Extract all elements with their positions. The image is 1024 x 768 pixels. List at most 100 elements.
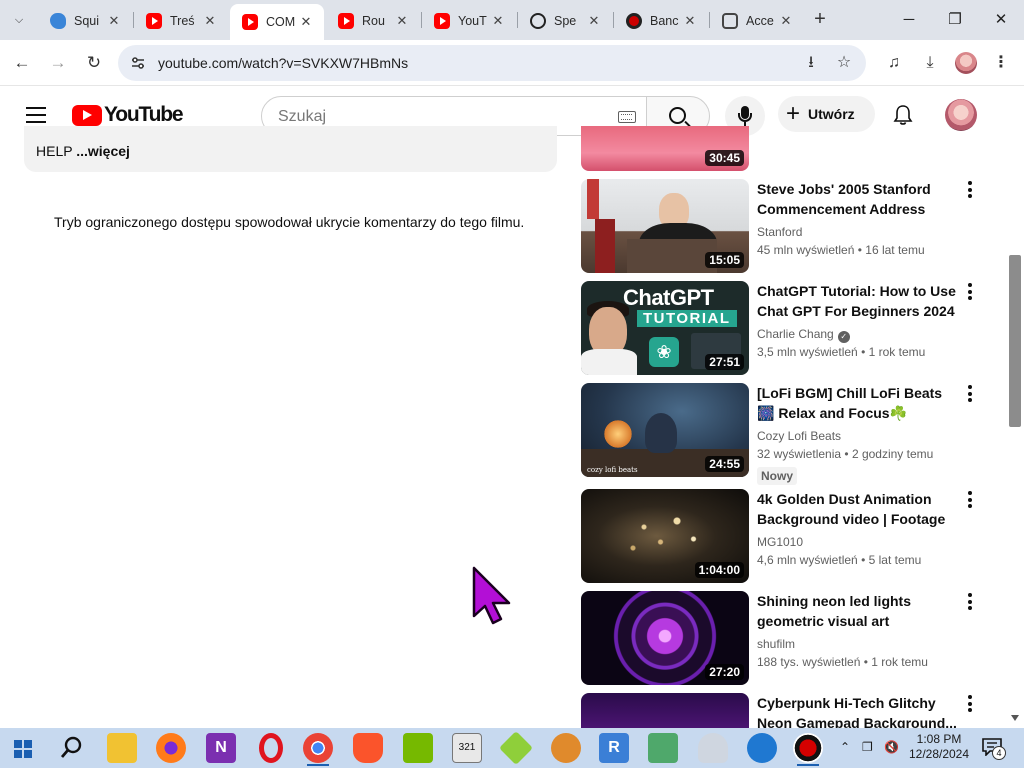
tab-title: Spe <box>554 14 577 28</box>
tab-search-button[interactable]: ⌵ <box>6 8 32 32</box>
forward-button[interactable]: → <box>44 49 72 77</box>
video-description-box[interactable]: HELP ...więcej <box>24 126 557 172</box>
close-icon[interactable]: ✕ <box>106 13 122 29</box>
video-thumbnail[interactable]: 27:20 <box>581 591 749 685</box>
recommended-video[interactable]: 30:45 <box>581 126 981 171</box>
security-icon[interactable] <box>747 733 777 763</box>
squirrel-icon[interactable] <box>551 733 581 763</box>
close-icon[interactable]: ✕ <box>202 13 218 29</box>
video-title[interactable]: Shining neon led lights geometric visual… <box>757 591 957 631</box>
address-bar[interactable]: youtube.com/watch?v=SVKXW7HBmNs ⭳ ☆ <box>118 45 866 81</box>
show-more-link[interactable]: ...więcej <box>76 143 130 159</box>
recommended-video[interactable]: cozy lofi beats 24:55 [LoFi BGM] Chill L… <box>581 383 981 485</box>
close-icon[interactable]: ✕ <box>778 13 794 29</box>
browser-tab[interactable]: YouT ✕ <box>422 6 516 36</box>
recommended-video[interactable]: 15:05 Steve Jobs' 2005 Stanford Commence… <box>581 179 981 275</box>
opera-icon[interactable] <box>259 733 283 763</box>
channel-name[interactable]: shufilm <box>757 637 795 651</box>
channel-name[interactable]: Stanford <box>757 225 802 239</box>
menu-icon[interactable] <box>26 107 46 123</box>
browser-tab[interactable]: Acce ✕ <box>710 6 804 36</box>
new-tab-button[interactable]: + <box>808 8 832 32</box>
channel-name[interactable]: Cozy Lofi Beats <box>757 429 841 443</box>
browser-tab[interactable]: Spe ✕ <box>518 6 612 36</box>
windows-start-icon[interactable] <box>14 740 32 758</box>
r-app-icon[interactable]: R <box>599 733 629 763</box>
video-title[interactable]: Cyberpunk Hi-Tech Glitchy Neon Gamepad B… <box>757 693 957 728</box>
video-thumbnail[interactable]: 15:05 <box>581 179 749 273</box>
recommended-video[interactable]: 27:20 Shining neon led lights geometric … <box>581 591 981 687</box>
green-app-icon[interactable] <box>499 731 533 765</box>
browser-menu-icon[interactable]: ⋮ <box>990 52 1012 74</box>
video-title[interactable]: Steve Jobs' 2005 Stanford Commencement A… <box>757 179 957 219</box>
firefox-icon[interactable] <box>156 733 186 763</box>
view-count: 45 mln wyświetleń <box>757 243 855 257</box>
more-options-icon[interactable] <box>964 695 976 715</box>
media-controls-icon[interactable]: ♫ <box>883 52 905 74</box>
channel-name[interactable]: MG1010 <box>757 535 803 549</box>
video-duration: 27:20 <box>705 664 744 680</box>
restore-button[interactable]: ❐ <box>932 4 978 36</box>
recommended-video[interactable]: 1:04:00 4k Golden Dust Animation Backgro… <box>581 489 981 585</box>
reload-button[interactable]: ↻ <box>80 49 108 77</box>
close-icon[interactable]: ✕ <box>490 13 506 29</box>
system-clock[interactable]: 1:08 PM 12/28/2024 <box>904 732 974 762</box>
install-app-icon[interactable]: ⭳ <box>800 52 822 74</box>
volume-muted-icon[interactable]: 🔇 <box>884 740 899 754</box>
close-window-button[interactable]: ✕ <box>978 4 1024 36</box>
close-icon[interactable]: ✕ <box>682 13 698 29</box>
search-icon[interactable] <box>58 733 88 763</box>
browser-tab[interactable]: Treś ✕ <box>134 6 228 36</box>
more-options-icon[interactable] <box>964 593 976 613</box>
video-thumbnail[interactable]: 1:04:00 <box>581 489 749 583</box>
channel-name[interactable]: Charlie Chang ✓ <box>757 327 850 343</box>
network-icon[interactable]: ❐ <box>862 740 873 754</box>
ghost-icon[interactable] <box>698 733 728 763</box>
youtube-logo[interactable]: YouTube <box>72 103 184 126</box>
close-icon[interactable]: ✕ <box>298 14 314 30</box>
video-thumbnail[interactable]: cozy lofi beats 24:55 <box>581 383 749 477</box>
scroll-down-arrow-icon[interactable] <box>1011 715 1019 721</box>
download-icon[interactable]: ⤓ <box>919 52 941 74</box>
search-input[interactable] <box>278 107 598 127</box>
onenote-icon[interactable]: N <box>206 733 236 763</box>
page-scrollbar[interactable] <box>1008 143 1024 728</box>
video-duration: 15:05 <box>705 252 744 268</box>
show-hidden-icons-chevron-icon[interactable]: ⌃ <box>840 740 850 754</box>
site-settings-icon[interactable] <box>130 55 146 71</box>
minimize-button[interactable]: ─ <box>886 4 932 36</box>
recommended-video[interactable]: ChatGPT TUTORIAL ❀ 27:51 ChatGPT Tutoria… <box>581 281 981 377</box>
video-thumbnail[interactable] <box>581 693 749 728</box>
more-options-icon[interactable] <box>964 181 976 201</box>
network-tool-icon[interactable] <box>648 733 678 763</box>
chrome-icon[interactable] <box>303 733 333 766</box>
browser-tab[interactable]: Banc ✕ <box>614 6 708 36</box>
video-thumbnail[interactable]: ChatGPT TUTORIAL ❀ 27:51 <box>581 281 749 375</box>
tab-title: Treś <box>170 14 195 28</box>
recommended-video[interactable]: Cyberpunk Hi-Tech Glitchy Neon Gamepad B… <box>581 693 981 728</box>
browser-tab[interactable]: Squi ✕ <box>38 6 132 36</box>
close-icon[interactable]: ✕ <box>394 13 410 29</box>
browser-tab[interactable]: Rou ✕ <box>326 6 420 36</box>
video-thumbnail[interactable]: 30:45 <box>581 126 749 171</box>
mouse-cursor-icon <box>472 566 511 625</box>
more-options-icon[interactable] <box>964 385 976 405</box>
file-explorer-icon[interactable] <box>107 733 137 763</box>
notifications-bell-icon[interactable] <box>892 104 914 126</box>
scrollbar-thumb[interactable] <box>1009 255 1021 427</box>
calendar-321-icon[interactable]: 321 <box>452 733 482 763</box>
brave-icon[interactable] <box>353 733 383 763</box>
more-options-icon[interactable] <box>964 283 976 303</box>
bookmark-star-icon[interactable]: ☆ <box>833 52 855 74</box>
record-icon[interactable] <box>793 733 823 766</box>
profile-avatar[interactable] <box>955 52 977 74</box>
video-title[interactable]: [LoFi BGM] Chill LoFi Beats 🎆 Relax and … <box>757 383 957 423</box>
video-title[interactable]: 4k Golden Dust Animation Background vide… <box>757 489 957 529</box>
more-options-icon[interactable] <box>964 491 976 511</box>
video-title[interactable]: ChatGPT Tutorial: How to Use Chat GPT Fo… <box>757 281 957 321</box>
keyboard-icon[interactable] <box>618 111 636 123</box>
browser-tab-active[interactable]: COM ✕ <box>230 4 324 40</box>
close-icon[interactable]: ✕ <box>586 13 602 29</box>
nvidia-icon[interactable] <box>403 733 433 763</box>
back-button[interactable]: ← <box>8 49 36 77</box>
